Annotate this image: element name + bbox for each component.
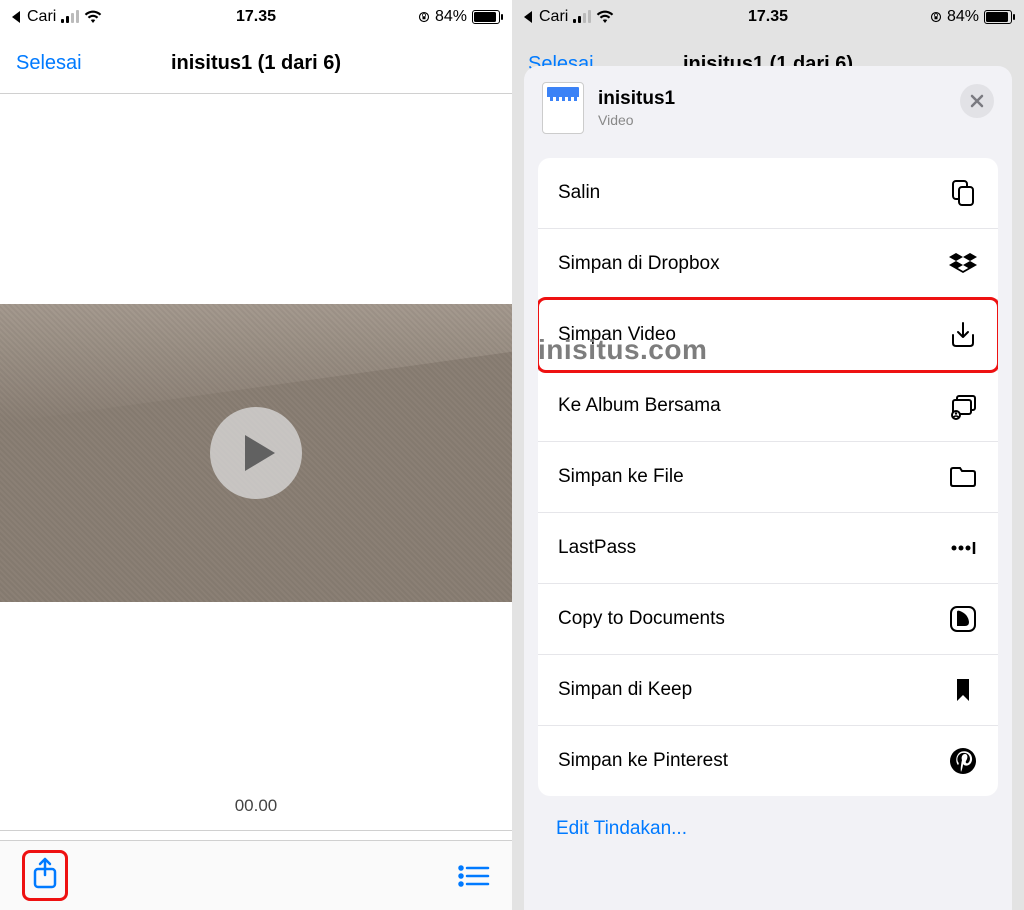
- nav-bar: Selesai inisitus1 (1 dari 6): [0, 34, 512, 94]
- action-copy[interactable]: Salin: [538, 158, 998, 229]
- share-sheet-header: inisitus1 Video: [524, 66, 1012, 150]
- video-preview[interactable]: [0, 304, 512, 602]
- documents-app-icon: [948, 604, 978, 634]
- action-label: Copy to Documents: [558, 608, 725, 630]
- bookmark-icon: [948, 675, 978, 705]
- action-copy-documents[interactable]: Copy to Documents: [538, 584, 998, 655]
- action-label: LastPass: [558, 537, 636, 559]
- lastpass-icon: [948, 533, 978, 563]
- list-icon[interactable]: [458, 864, 490, 888]
- file-thumbnail-icon: [542, 82, 584, 134]
- dropbox-icon: [948, 249, 978, 279]
- share-button-highlight: [22, 850, 68, 901]
- action-list: Salin Simpan di Dropbox Simpan Video Ke …: [538, 158, 998, 796]
- copy-icon: [948, 178, 978, 208]
- edit-actions-link[interactable]: Edit Tindakan...: [556, 818, 980, 840]
- bottom-toolbar: [0, 840, 512, 910]
- file-kind: Video: [598, 112, 675, 128]
- watermark-text: inisitus.com: [538, 334, 707, 366]
- file-name: inisitus1: [598, 88, 675, 110]
- phone-left: Cari 17.35 84% Selesai inisitus1 (1 dari…: [0, 0, 512, 910]
- status-time: 17.35: [512, 8, 1024, 26]
- action-pinterest[interactable]: Simpan ke Pinterest: [538, 726, 998, 796]
- battery-icon: [984, 10, 1012, 24]
- action-label: Simpan di Dropbox: [558, 253, 720, 275]
- folder-icon: [948, 462, 978, 492]
- phone-right: Cari 17.35 84% Selesai inisitus1 (1 dari…: [512, 0, 1024, 910]
- share-icon[interactable]: [31, 857, 59, 891]
- action-label: Simpan ke File: [558, 466, 684, 488]
- action-keep[interactable]: Simpan di Keep: [538, 655, 998, 726]
- shared-album-icon: [948, 391, 978, 421]
- video-timecode: 00.00: [0, 796, 512, 831]
- action-label: Simpan di Keep: [558, 679, 692, 701]
- action-label: Simpan ke Pinterest: [558, 750, 728, 772]
- pinterest-icon: [948, 746, 978, 776]
- page-title: inisitus1 (1 dari 6): [171, 52, 341, 75]
- status-bar: Cari 17.35 84%: [0, 0, 512, 34]
- battery-icon: [472, 10, 500, 24]
- close-icon: [970, 94, 984, 108]
- done-button[interactable]: Selesai: [16, 52, 82, 75]
- action-shared-album[interactable]: Ke Album Bersama: [538, 371, 998, 442]
- share-sheet: inisitus1 Video inisitus.com Salin Simpa…: [524, 66, 1012, 910]
- status-bar: Cari 17.35 84%: [512, 0, 1024, 34]
- action-label: Ke Album Bersama: [558, 395, 721, 417]
- close-button[interactable]: [960, 84, 994, 118]
- action-label: Salin: [558, 182, 600, 204]
- action-save-files[interactable]: Simpan ke File: [538, 442, 998, 513]
- action-lastpass[interactable]: LastPass: [538, 513, 998, 584]
- status-time: 17.35: [0, 8, 512, 26]
- download-icon: [948, 320, 978, 350]
- action-dropbox[interactable]: Simpan di Dropbox: [538, 229, 998, 300]
- play-icon[interactable]: [210, 407, 302, 499]
